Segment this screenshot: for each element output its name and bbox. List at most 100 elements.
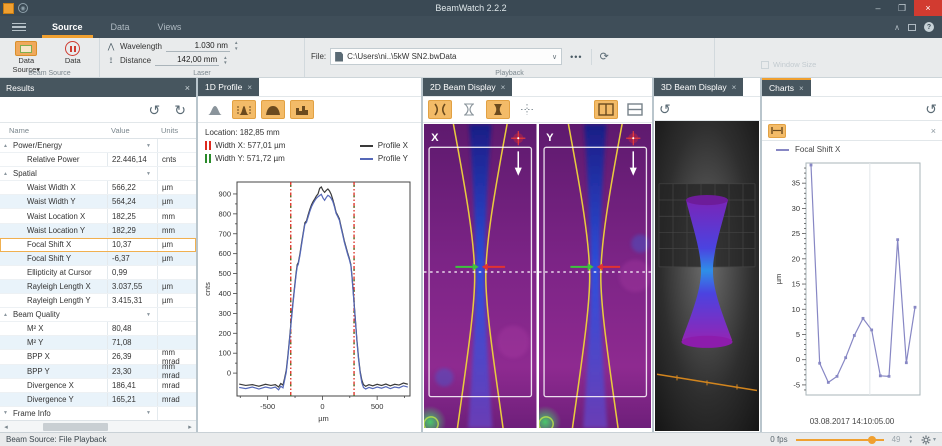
results-row[interactable]: Waist Location X182,25mm — [0, 209, 196, 223]
frame-stepper[interactable]: ▲▼ — [909, 435, 913, 445]
results-row[interactable]: Relative Power22.446,14cnts — [0, 153, 196, 167]
window-size-icon — [761, 61, 769, 69]
chevron-down-icon[interactable]: ▼ — [146, 171, 151, 177]
laser-group: ⋀ Wavelength 1.030 nm ▲▼ ⟟ Distance 142,… — [100, 38, 305, 77]
data-pause-button[interactable]: Data — [53, 40, 94, 66]
caustic-lines-icon[interactable] — [428, 100, 452, 119]
focal-shift-chart[interactable]: -505101520253035µm — [762, 158, 942, 417]
ribbon-collapse-icon[interactable]: ∧ — [894, 23, 900, 32]
profile-chart[interactable]: 0100200300400500600700800900-5000500cnts… — [198, 166, 421, 432]
tab-source[interactable]: Source — [38, 16, 97, 38]
undo-icon[interactable]: ↺ — [149, 103, 161, 117]
column-value[interactable]: Value — [107, 126, 157, 135]
close-button[interactable]: × — [914, 0, 942, 16]
beam-3d-view[interactable] — [654, 121, 760, 432]
hourglass-outline-icon[interactable] — [457, 100, 481, 119]
distance-field[interactable]: 142,00 mm — [155, 55, 219, 66]
results-row[interactable]: BPP Y23,30mm mrad — [0, 365, 196, 379]
split-vertical-icon[interactable] — [594, 100, 618, 119]
column-units[interactable]: Units — [157, 126, 194, 135]
results-row[interactable]: Rayleigh Length X3.037,55µm — [0, 280, 196, 294]
results-row[interactable]: Waist Width X566,22µm — [0, 181, 196, 195]
menu-button[interactable] — [0, 16, 38, 38]
chevron-down-icon[interactable]: ▼ — [146, 143, 151, 149]
results-row[interactable]: Waist Location Y182,29mm — [0, 224, 196, 238]
tab-close-icon[interactable]: × — [732, 83, 737, 92]
profile-chart-svg: 0100200300400500600700800900-5000500cnts… — [201, 174, 418, 424]
tab-close-icon[interactable]: × — [799, 84, 804, 93]
wavelength-field[interactable]: 1.030 nm — [166, 41, 230, 52]
results-row[interactable]: Rayleigh Length Y3.415,31µm — [0, 294, 196, 308]
tab-2d-beam-display[interactable]: 2D Beam Display × — [423, 78, 512, 96]
expand-icon[interactable]: ▲ — [3, 171, 10, 177]
reset-chart-icon[interactable]: ↺ — [925, 102, 937, 116]
tab-1d-profile[interactable]: 1D Profile × — [198, 78, 259, 96]
beam-view-y[interactable]: Y — [539, 124, 652, 428]
scrollbar-thumb[interactable] — [43, 423, 108, 431]
playback-slider[interactable] — [796, 435, 884, 445]
results-header[interactable]: Results × — [0, 78, 196, 97]
split-horizontal-icon[interactable] — [623, 100, 647, 119]
results-row[interactable]: Waist Width Y564,24µm — [0, 195, 196, 209]
results-row[interactable]: Ellipticity at Cursor0,99 — [0, 266, 196, 280]
distance-stepper[interactable]: ▲▼ — [223, 56, 227, 66]
beam-source-group: Data Source▾ Data Beam Source — [0, 38, 100, 77]
settings-button[interactable]: ▾ — [921, 435, 936, 445]
results-row[interactable]: M² X80,48 — [0, 322, 196, 336]
results-group-row[interactable]: ▲Power/Energy▼ — [0, 139, 196, 153]
profile-peak-lines-icon[interactable] — [232, 100, 256, 119]
svg-text:100: 100 — [218, 349, 231, 358]
tab-data[interactable]: Data — [97, 16, 144, 38]
help-icon[interactable]: ? — [924, 22, 934, 32]
row-label: Spatial — [13, 169, 37, 178]
restore-button[interactable]: ❐ — [890, 0, 914, 16]
slider-handle[interactable] — [868, 436, 876, 444]
results-group-row[interactable]: ▲Beam Quality▼ — [0, 308, 196, 322]
profile-dome-icon[interactable] — [261, 100, 285, 119]
reset-icon[interactable]: ↻ — [174, 103, 186, 117]
beam-view-x[interactable]: X — [424, 124, 537, 428]
results-close-icon[interactable]: × — [185, 83, 190, 93]
window-layout-icon[interactable] — [908, 24, 916, 31]
expand-icon[interactable]: ▲ — [3, 143, 10, 149]
svg-text:0: 0 — [320, 402, 324, 411]
width-x-label: Width X: 577,01 µm — [215, 141, 285, 150]
results-row[interactable]: Focal Shift X10,37µm — [0, 238, 196, 252]
tab-charts[interactable]: Charts × — [762, 78, 811, 96]
expand-icon[interactable]: ▼ — [3, 410, 10, 416]
chevron-down-icon[interactable]: ▼ — [146, 312, 151, 318]
reload-icon[interactable]: ⟳ — [596, 50, 613, 63]
crosshair-dotted-icon[interactable] — [515, 100, 539, 119]
profile-gaussian-icon[interactable] — [203, 100, 227, 119]
minimize-button[interactable]: – — [866, 0, 890, 16]
profile-histogram-icon[interactable] — [290, 100, 314, 119]
beam-view-label: X — [431, 132, 439, 144]
scroll-right-icon[interactable]: ▸ — [184, 423, 196, 431]
scroll-left-icon[interactable]: ◂ — [0, 423, 12, 431]
results-row[interactable]: Divergence Y165,21mrad — [0, 393, 196, 407]
window-size-label: Window Size — [773, 60, 816, 69]
file-dropdown-icon[interactable]: ∨ — [552, 53, 557, 61]
column-name[interactable]: Name — [0, 126, 107, 135]
hourglass-solid-icon[interactable] — [486, 100, 510, 119]
results-group-row[interactable]: ▲Spatial ▼ — [0, 167, 196, 181]
expand-icon[interactable]: ▲ — [3, 312, 10, 318]
row-value: 186,41 — [107, 379, 157, 392]
chart-close-icon[interactable]: × — [931, 126, 936, 136]
results-group-row[interactable]: ▼Frame Info▼ — [0, 407, 196, 420]
tab-3d-beam-display[interactable]: 3D Beam Display × — [654, 78, 743, 96]
results-row[interactable]: Divergence X186,41mrad — [0, 379, 196, 393]
tab-close-icon[interactable]: × — [501, 83, 506, 92]
reset-view-icon[interactable]: ↺ — [659, 102, 671, 116]
chevron-down-icon[interactable]: ▼ — [146, 410, 151, 416]
row-value: 165,21 — [107, 393, 157, 406]
tab-close-icon[interactable]: × — [247, 83, 252, 92]
tab-views[interactable]: Views — [144, 16, 196, 38]
results-horizontal-scrollbar[interactable]: ◂ ▸ — [0, 420, 196, 432]
fit-width-icon[interactable] — [768, 124, 786, 138]
results-row[interactable]: Focal Shift Y-6,37µm — [0, 252, 196, 266]
file-path-field[interactable]: C:\Users\ni..\5kW SN2.bwData ∨ — [330, 48, 562, 65]
browse-button[interactable]: ••• — [566, 52, 586, 62]
wavelength-stepper[interactable]: ▲▼ — [234, 41, 238, 51]
beam-view-label: Y — [546, 132, 554, 144]
